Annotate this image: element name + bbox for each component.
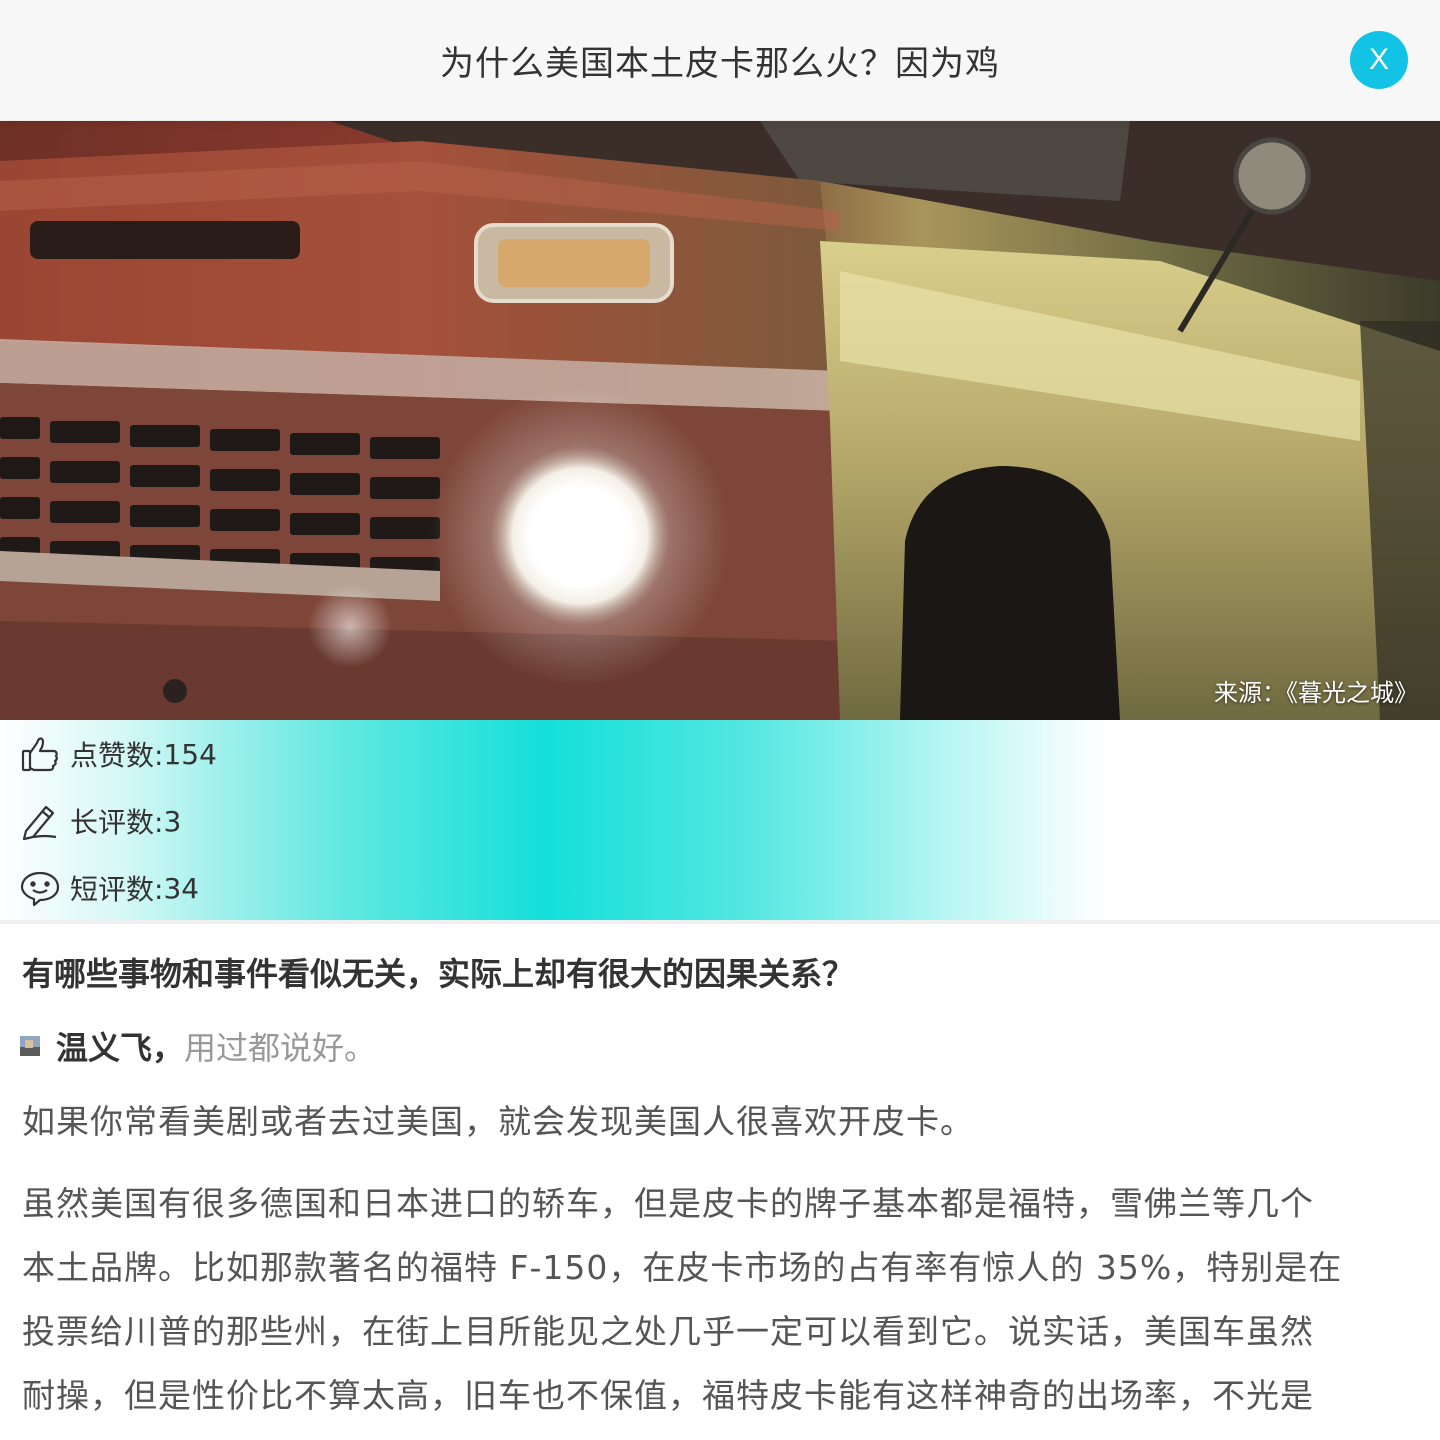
short-reviews-label: 短评数:: [70, 873, 164, 906]
paragraph-line: 耐操，但是性价比不算太高，旧车也不保值，福特皮卡能有这样神奇的出场率，不光是: [22, 1376, 1314, 1415]
short-reviews-stat[interactable]: 短评数: 34: [18, 865, 199, 911]
article-paragraph-1: 如果你常看美剧或者去过美国，就会发现美国人很喜欢开皮卡。: [22, 1102, 974, 1141]
author-bio: 用过都说好。: [184, 1029, 377, 1067]
header-bar: 为什么美国本土皮卡那么火？因为鸡 X: [0, 0, 1440, 120]
avatar: [20, 1036, 40, 1056]
long-reviews-stat[interactable]: 长评数: 3: [18, 798, 181, 844]
likes-label: 点赞数:: [70, 739, 164, 772]
page-title: 为什么美国本土皮卡那么火？因为鸡: [440, 43, 1000, 84]
long-reviews-count: 3: [163, 804, 182, 838]
long-reviews-label: 长评数:: [70, 806, 164, 839]
author-line[interactable]: 温义飞， 用过都说好。: [20, 1020, 376, 1072]
chat-smile-icon: [18, 866, 62, 910]
thumbs-up-icon: [18, 732, 62, 776]
paragraph-line: 投票给川普的那些州，在街上目所能见之处几乎一定可以看到它。说实话，美国车虽然: [22, 1312, 1314, 1351]
short-reviews-count: 34: [163, 871, 200, 905]
paragraph-line: 虽然美国有很多德国和日本进口的轿车，但是皮卡的牌子基本都是福特，雪佛兰等几个: [22, 1184, 1314, 1223]
close-button[interactable]: X: [1350, 31, 1408, 89]
likes-count: 154: [163, 737, 217, 771]
close-icon: X: [1368, 43, 1389, 76]
section-divider: [0, 920, 1440, 924]
question-title[interactable]: 有哪些事物和事件看似无关，实际上却有很大的因果关系？: [22, 948, 1422, 1000]
author-name: 温义飞，: [56, 1029, 185, 1067]
image-source-caption: 来源：《暮光之城》: [1214, 679, 1418, 707]
pencil-icon: [18, 799, 62, 843]
hero-image: 来源：《暮光之城》: [0, 121, 1440, 720]
stats-panel: 点赞数: 154 长评数: 3 短评数: 34: [0, 720, 1440, 920]
likes-stat[interactable]: 点赞数: 154: [18, 731, 217, 777]
paragraph-line: 本土品牌。比如那款著名的福特 F-150，在皮卡市场的占有率有惊人的 35%，特…: [22, 1248, 1343, 1287]
truck-illustration: [0, 121, 1440, 720]
article-paragraph-2: 虽然美国有很多德国和日本进口的轿车，但是皮卡的牌子基本都是福特，雪佛兰等几个 本…: [22, 1172, 1422, 1428]
